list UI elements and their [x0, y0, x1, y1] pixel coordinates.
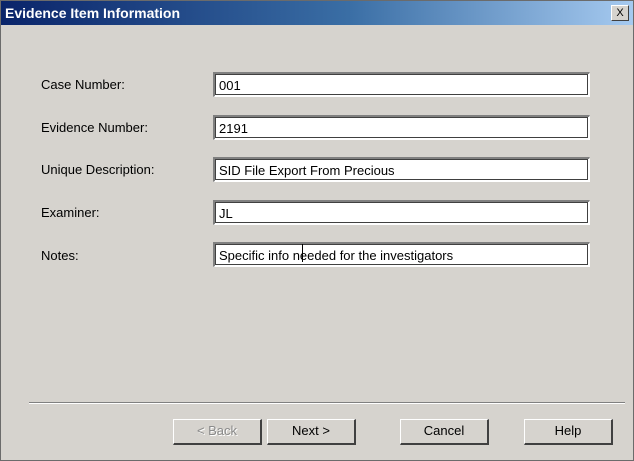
help-button[interactable]: Help — [524, 419, 613, 445]
back-button[interactable]: < Back — [173, 419, 262, 445]
case-number-field[interactable] — [213, 72, 590, 97]
unique-description-field[interactable] — [213, 157, 590, 182]
next-button[interactable]: Next > — [267, 419, 356, 445]
notes-label: Notes: — [41, 248, 79, 263]
evidence-number-field[interactable] — [213, 115, 590, 140]
cancel-button[interactable]: Cancel — [400, 419, 489, 445]
case-number-label: Case Number: — [41, 77, 125, 92]
title-bar[interactable]: Evidence Item Information X — [1, 1, 633, 25]
evidence-number-label: Evidence Number: — [41, 120, 148, 135]
examiner-field[interactable] — [213, 200, 590, 225]
dialog-title: Evidence Item Information — [5, 5, 181, 21]
button-separator — [29, 402, 625, 404]
close-button[interactable]: X — [611, 5, 629, 21]
examiner-label: Examiner: — [41, 205, 100, 220]
notes-field[interactable] — [213, 242, 590, 267]
evidence-item-dialog: Evidence Item Information X Case Number:… — [0, 0, 634, 461]
text-cursor — [302, 244, 303, 262]
close-icon: X — [616, 7, 624, 19]
unique-description-label: Unique Description: — [41, 162, 155, 177]
